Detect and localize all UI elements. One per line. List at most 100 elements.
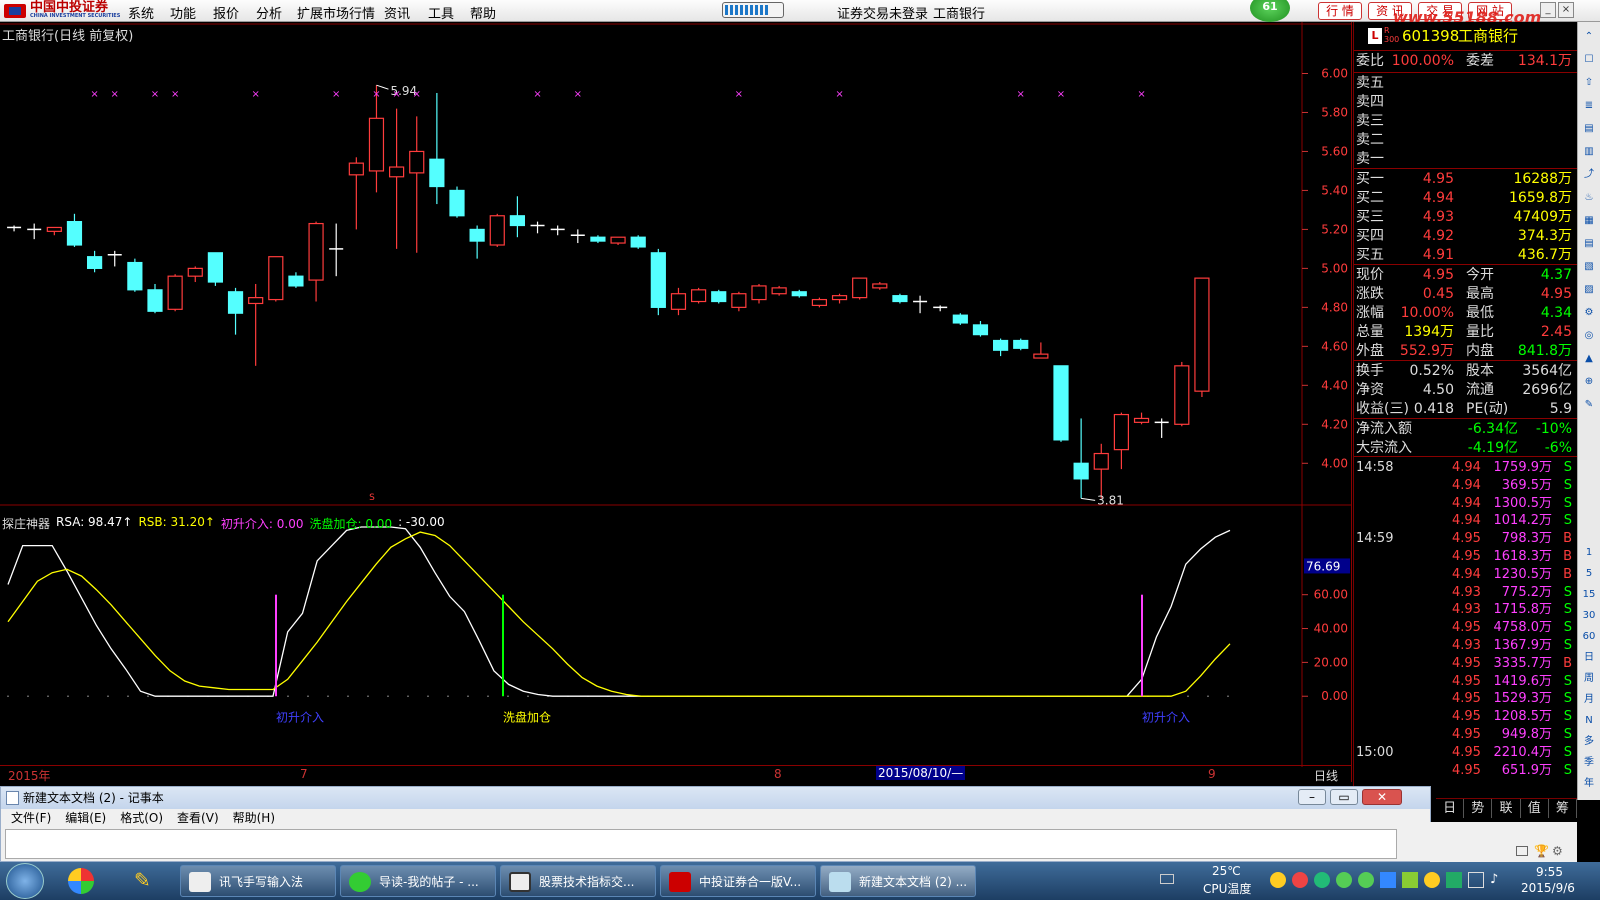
menu-format[interactable]: 格式(O) [120,809,163,827]
tray-icon[interactable] [1380,872,1396,888]
toolbar-icon[interactable]: ▤ [1580,120,1598,137]
layout-icon[interactable] [1516,846,1528,856]
tick-time: 14:59 [1356,531,1394,547]
period-label[interactable]: 日线 [1314,767,1338,784]
toolbar-icon[interactable]: ▧ [1580,258,1598,275]
tray-icon[interactable] [1336,872,1352,888]
period-button[interactable]: 年 [1580,775,1598,792]
period-button[interactable]: 30 [1580,607,1598,624]
maximize-button[interactable]: ▭ [1330,789,1358,805]
chart-area[interactable]: 6.00 5.80 5.60 5.40 5.20 5.00 4.80 4.60 4.40 4.20… [0,22,1352,782]
menu-extended-market[interactable]: 扩展市场行情 [297,3,375,22]
close-button[interactable]: ✕ [1362,789,1402,805]
tab-value[interactable]: 值 [1521,799,1549,818]
tab-chips[interactable]: 筹 [1549,799,1578,818]
settings-icon[interactable]: ⚙ [1552,844,1563,858]
candle-body [731,293,747,308]
tab-trend[interactable]: 势 [1464,799,1493,818]
period-button[interactable]: 周 [1580,670,1598,687]
rsa-line [7,526,1231,697]
tab-market[interactable]: 行 情 [1318,2,1362,20]
toolbar-icon[interactable]: ▤ [1580,235,1598,252]
menu-system[interactable]: 系统 [128,3,154,22]
toolbar-icon[interactable]: ☐ [1580,51,1598,68]
taskbar-item-indicator[interactable]: 股票技术指标交... [500,865,656,897]
tab-daily[interactable]: 日 [1436,799,1465,818]
period-button[interactable]: N [1580,712,1598,729]
sell-label: 卖三 [1356,113,1384,129]
period-button[interactable]: 日 [1580,649,1598,666]
close-icon[interactable]: × [1558,2,1574,18]
toolbar-icon[interactable]: ⌃ [1580,28,1598,45]
candle-body [207,252,223,283]
toolbar-icon[interactable]: ▲ [1580,350,1598,367]
trophy-icon[interactable]: 🏆 [1534,844,1549,858]
menu-analysis[interactable]: 分析 [256,3,282,22]
volume-icon[interactable]: ♪ [1490,872,1506,888]
tick-price: 4.95 [1452,744,1481,760]
baseline-dot [467,695,469,698]
toolbar-icon[interactable]: ⊕ [1580,373,1598,390]
tray-icon[interactable] [1358,872,1374,888]
notepad-titlebar[interactable]: 新建文本文档 (2) - 记事本 – ▭ ✕ [1,787,1430,809]
taskbar-item-trading-app[interactable]: 中投证券合一版V... [660,865,816,897]
toolbar-icon[interactable]: ▨ [1580,281,1598,298]
toolbar-icon[interactable]: ▥ [1580,143,1598,160]
period-button[interactable]: 季 [1580,754,1598,771]
period-button[interactable]: 5 [1580,565,1598,582]
toolbar-icon[interactable]: ◎ [1580,327,1598,344]
menu-news[interactable]: 资讯 [384,3,410,22]
taskbar-item-browser[interactable]: 导读-我的帖子 - ... [340,865,496,897]
menu-tools[interactable]: 工具 [428,3,454,22]
tray-icon[interactable] [1424,872,1440,888]
menu-view[interactable]: 查看(V) [177,809,219,827]
flow-percent: -6% [1544,440,1572,456]
start-button[interactable] [6,863,44,899]
network-icon[interactable] [1468,872,1484,888]
tray-icon[interactable] [1270,872,1286,888]
toolbar-icon[interactable]: ✎ [1580,396,1598,413]
taskbar-item-ime[interactable]: 讯飞手写输入法 [180,865,336,897]
tray-icon[interactable] [1292,872,1308,888]
shield-icon[interactable] [1446,872,1462,888]
pinned-tool-icon[interactable]: ✎ [134,868,160,894]
toolbar-icon[interactable]: ≣ [1580,97,1598,114]
keyboard-icon[interactable] [1160,874,1174,884]
menu-help[interactable]: 帮助 [470,3,496,22]
chart-canvas[interactable]: 6.00 5.80 5.60 5.40 5.20 5.00 4.80 4.60 4.40 4.20… [0,22,1352,767]
sell-label: 卖一 [1356,151,1384,167]
tick-price: 4.95 [1452,727,1481,742]
tray-icon[interactable] [1402,872,1418,888]
tray-icon[interactable] [1314,872,1330,888]
menu-help-np[interactable]: 帮助(H) [233,809,275,827]
candle-body [811,298,828,307]
menu-quote[interactable]: 报价 [213,3,239,22]
period-button[interactable]: 多 [1580,733,1598,750]
minimize-icon[interactable]: _ [1540,2,1556,18]
tab-linked[interactable]: 联 [1492,799,1521,818]
toolbar-icon[interactable]: ⤴ [1580,166,1598,183]
menu-function[interactable]: 功能 [170,3,196,22]
toolbar-icon[interactable]: ⚙ [1580,304,1598,321]
toolbar-icon[interactable]: ▦ [1580,212,1598,229]
period-button[interactable]: 月 [1580,691,1598,708]
price-tick-label: 5.40 [1321,183,1348,197]
notepad-window[interactable]: 新建文本文档 (2) - 记事本 – ▭ ✕ 文件(F) 编辑(E) 格式(O)… [0,786,1431,862]
stat-label: 内盘 [1466,343,1494,359]
menu-file[interactable]: 文件(F) [11,809,51,827]
buy-row: 买四 4.92 374.3万 [1354,227,1578,246]
minimize-button[interactable]: – [1298,789,1326,805]
period-button[interactable]: 15 [1580,586,1598,603]
period-button[interactable]: 60 [1580,628,1598,645]
tick-side: S [1563,638,1572,653]
toolbar-icon[interactable]: ♨ [1580,189,1598,206]
signal-label: 初升介入 [276,711,324,725]
notepad-text-area[interactable] [5,829,1397,859]
score-badge[interactable]: 61 [1250,0,1290,22]
menu-edit[interactable]: 编辑(E) [65,809,106,827]
pinned-app-icon[interactable] [68,868,94,894]
toolbar-icon[interactable]: ⇧ [1580,74,1598,91]
tick-row: 4.95 1529.3万 S [1354,690,1578,708]
period-button[interactable]: 1 [1580,544,1598,561]
taskbar-item-notepad[interactable]: 新建文本文档 (2) ... [820,865,976,897]
